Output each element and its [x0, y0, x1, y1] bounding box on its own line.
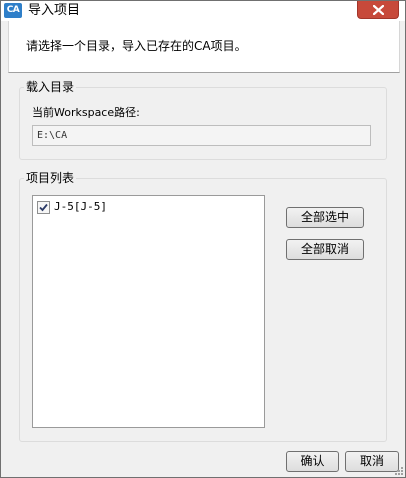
deselect-all-button[interactable]: 全部取消	[286, 239, 364, 260]
project-checkbox[interactable]	[37, 201, 50, 214]
project-item-label: J-5[J-5]	[54, 200, 107, 213]
select-all-button[interactable]: 全部选中	[286, 207, 364, 228]
close-button[interactable]	[357, 1, 399, 19]
confirm-button[interactable]: 确认	[286, 451, 339, 472]
title-bar[interactable]: CA 导入项目	[1, 1, 405, 21]
load-directory-group-label: 载入目录	[24, 80, 77, 94]
project-listbox[interactable]: J-5[J-5]	[32, 195, 265, 428]
resize-grip-icon[interactable]	[394, 466, 404, 476]
instruction-text: 请选择一个目录，导入已存在的CA项目。	[26, 39, 247, 53]
checkmark-icon	[39, 203, 48, 212]
import-project-dialog: CA 导入项目 请选择一个目录，导入已存在的CA项目。 载入目录 当前Works…	[0, 0, 406, 478]
load-directory-group	[19, 87, 387, 160]
cancel-button[interactable]: 取消	[345, 451, 399, 472]
app-logo-icon: CA	[4, 3, 22, 18]
window-title: 导入项目	[28, 3, 81, 18]
workspace-path-field[interactable]: E:\CA	[32, 125, 371, 146]
project-list-group-label: 项目列表	[24, 171, 77, 185]
close-icon	[373, 5, 384, 15]
workspace-path-label: 当前Workspace路径:	[32, 106, 140, 119]
instruction-panel: 请选择一个目录，导入已存在的CA项目。	[8, 21, 400, 73]
